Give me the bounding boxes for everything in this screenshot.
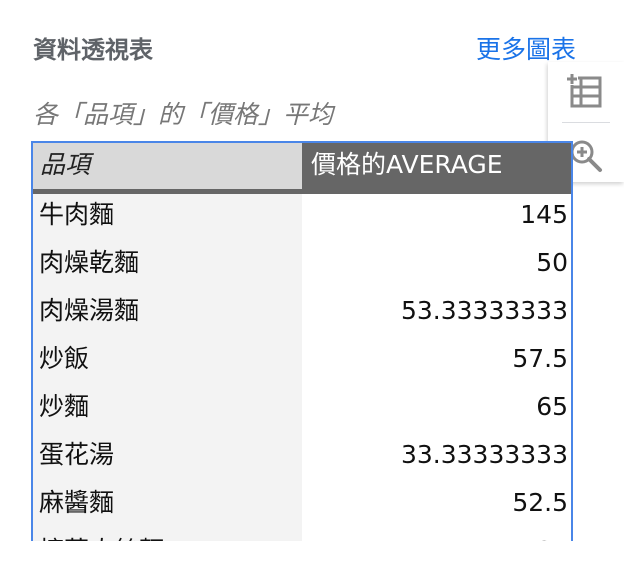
table-row[interactable]: 肉燥湯麵 53.33333333	[33, 290, 571, 338]
table-add-icon[interactable]	[566, 72, 606, 112]
row-label[interactable]: 炒麵	[33, 386, 302, 434]
row-label[interactable]: 榨菜肉絲麵	[33, 530, 302, 541]
row-value[interactable]: 145	[302, 194, 571, 242]
more-charts-link[interactable]: 更多圖表	[476, 30, 576, 66]
table-row[interactable]: 榨菜肉絲麵 85	[33, 530, 571, 541]
table-row[interactable]: 炒麵 65	[33, 386, 571, 434]
pivot-subtitle: 各「品項」的「價格」平均	[33, 100, 334, 129]
panel-title: 資料透視表	[33, 36, 153, 64]
table-row[interactable]: 炒飯 57.5	[33, 338, 571, 386]
row-value[interactable]: 53.33333333	[302, 290, 571, 338]
row-value[interactable]: 52.5	[302, 482, 571, 530]
table-row[interactable]: 麻醬麵 52.5	[33, 482, 571, 530]
toolbar-divider	[562, 122, 610, 123]
pivot-header-row: 品項 價格的AVERAGE	[33, 143, 571, 189]
pivot-table[interactable]: 品項 價格的AVERAGE 牛肉麵 145 肉燥乾麵 50 肉燥湯麵 53.33…	[31, 141, 573, 541]
table-row[interactable]: 牛肉麵 145	[33, 194, 571, 242]
row-label[interactable]: 炒飯	[33, 338, 302, 386]
row-label[interactable]: 蛋花湯	[33, 434, 302, 482]
row-value[interactable]: 50	[302, 242, 571, 290]
row-value[interactable]: 57.5	[302, 338, 571, 386]
row-label[interactable]: 牛肉麵	[33, 194, 302, 242]
column-header-average[interactable]: 價格的AVERAGE	[302, 143, 571, 189]
row-value[interactable]: 33.33333333	[302, 434, 571, 482]
pivot-table-panel: 資料透視表 更多圖表 各「品項」的「價格」平均 品項 價格的AVERAGE 牛肉…	[0, 0, 624, 566]
row-label[interactable]: 麻醬麵	[33, 482, 302, 530]
table-row[interactable]: 肉燥乾麵 50	[33, 242, 571, 290]
row-label[interactable]: 肉燥乾麵	[33, 242, 302, 290]
table-row[interactable]: 蛋花湯 33.33333333	[33, 434, 571, 482]
row-label[interactable]: 肉燥湯麵	[33, 290, 302, 338]
row-value[interactable]: 65	[302, 386, 571, 434]
row-value[interactable]: 85	[302, 530, 571, 541]
column-header-item[interactable]: 品項	[33, 143, 302, 189]
